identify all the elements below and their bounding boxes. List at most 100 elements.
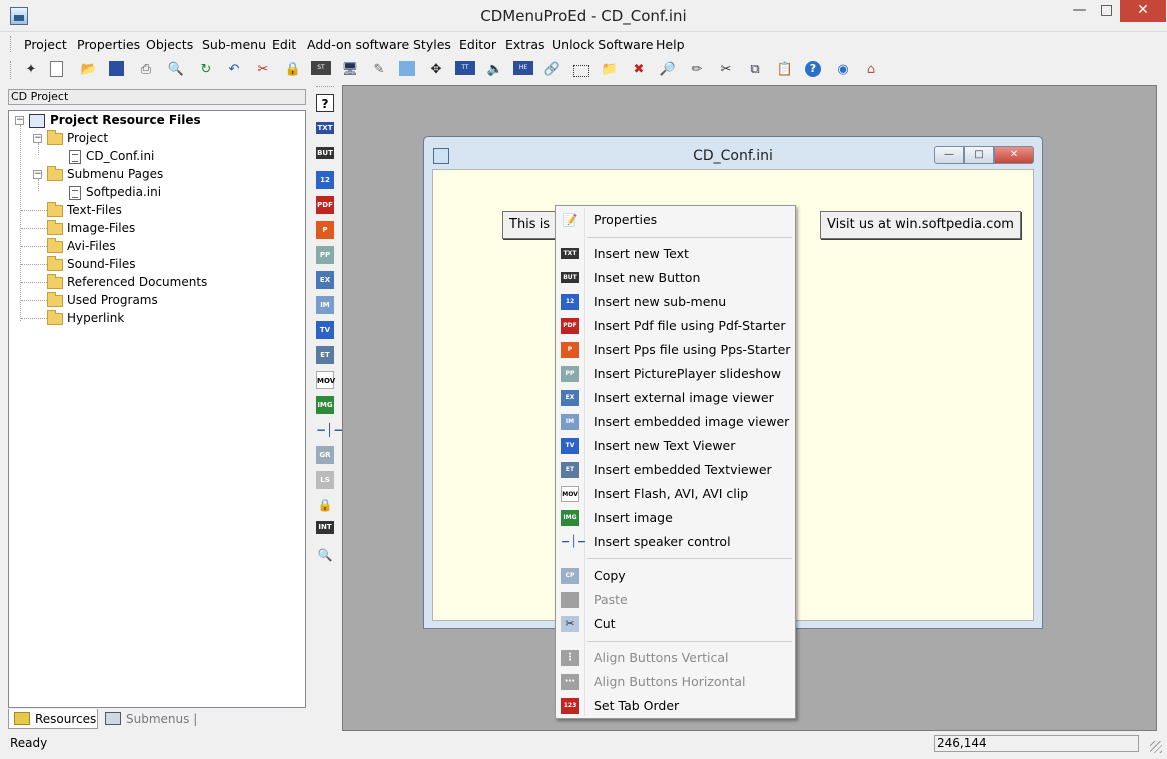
cut-red-icon[interactable]: ✂ <box>254 61 272 79</box>
menu-objects[interactable]: Objects <box>146 37 193 52</box>
move-icon[interactable]: ✥ <box>427 61 445 79</box>
lock-icon[interactable]: 🔒 <box>284 61 302 79</box>
ctx-insert-image[interactable]: IMG Insert image <box>556 507 795 529</box>
menu-extras[interactable]: Extras <box>505 37 545 52</box>
tree-item-avi-files[interactable]: Avi-Files <box>47 237 116 255</box>
menu-editor[interactable]: Editor <box>459 37 496 52</box>
ctx-insert-submenu[interactable]: 12 Insert new sub-menu <box>556 291 795 313</box>
image-icon[interactable]: IMG <box>316 396 334 414</box>
ctx-insert-embedded-textviewer[interactable]: ET Insert embedded Textviewer <box>556 459 795 481</box>
design-maximize-button[interactable]: □ <box>964 146 994 164</box>
tree-item-used-programs[interactable]: Used Programs <box>47 291 158 309</box>
pictureplayer-icon[interactable]: PP <box>316 246 334 264</box>
web-icon[interactable]: ◉ <box>834 61 852 79</box>
close-button[interactable]: ✕ <box>1120 0 1166 22</box>
tree-item-referenced-documents[interactable]: Referenced Documents <box>47 273 207 291</box>
help-icon[interactable]: ? <box>805 61 821 77</box>
tree-item-hyperlink[interactable]: Hyperlink <box>47 309 124 327</box>
tree-item-softpedia-ini[interactable]: Softpedia.ini <box>69 183 161 201</box>
tab-resources[interactable]: Resources <box>8 709 98 729</box>
menu-styles[interactable]: Styles <box>413 37 451 52</box>
help-context-icon[interactable]: ? <box>316 94 334 112</box>
speaker-control-icon[interactable]: −│− <box>316 421 343 439</box>
embedded-textviewer-icon[interactable]: ET <box>316 346 334 364</box>
menu-edit[interactable]: Edit <box>272 37 296 52</box>
undo-icon[interactable]: ↶ <box>225 61 243 79</box>
ctx-cut[interactable]: ✂ Cut <box>556 613 795 635</box>
menu-sub-menu[interactable]: Sub-menu <box>202 37 266 52</box>
menu-help[interactable]: Help <box>656 37 685 52</box>
paste-icon[interactable]: 📋 <box>776 61 794 79</box>
print-preview-icon[interactable]: 🔍 <box>167 61 185 79</box>
resize-grip-icon[interactable] <box>1150 741 1162 753</box>
submenu-icon[interactable]: 12 <box>316 171 334 189</box>
home-icon[interactable]: ⌂ <box>862 61 880 79</box>
ctx-paste[interactable]: Paste <box>556 589 795 611</box>
save-icon[interactable] <box>109 61 124 76</box>
button-icon[interactable]: BUT <box>316 147 334 159</box>
folder-star-icon[interactable]: 📁 <box>601 61 619 79</box>
collapse-icon[interactable]: − <box>33 170 42 179</box>
ctx-insert-pdf[interactable]: PDF Insert Pdf file using Pdf-Starter <box>556 315 795 337</box>
collapse-icon[interactable]: − <box>33 134 42 143</box>
toolbar-grip[interactable] <box>10 61 13 79</box>
text-icon[interactable]: TXT <box>316 122 334 134</box>
ctx-align-horizontal[interactable]: ⋯ Align Buttons Horizontal <box>556 671 795 693</box>
monitor-icon[interactable]: 🖥 <box>341 61 359 79</box>
menu-project[interactable]: Project <box>24 37 67 52</box>
tree-item-text-files[interactable]: Text-Files <box>47 201 122 219</box>
external-image-icon[interactable]: EX <box>316 271 334 289</box>
embedded-image-icon[interactable]: IM <box>316 296 334 314</box>
menu-unlock-software[interactable]: Unlock Software <box>552 37 653 52</box>
tree-item-submenu-pages[interactable]: − Submenu Pages <box>33 165 163 183</box>
new-file-icon[interactable] <box>50 61 63 77</box>
grid-icon[interactable]: GR <box>316 446 334 464</box>
hello-icon[interactable]: HE <box>513 61 533 75</box>
search-image-icon[interactable]: 🔎 <box>659 61 677 79</box>
menu-add-on-software[interactable]: Add-on software <box>307 37 409 52</box>
open-folder-icon[interactable]: 📂 <box>80 61 98 79</box>
ctx-insert-pps[interactable]: P Insert Pps file using Pps-Starter <box>556 339 795 361</box>
tree-item-project[interactable]: − Project <box>33 129 108 147</box>
maximize-button[interactable]: □ <box>1093 0 1120 22</box>
ctx-copy[interactable]: CP Copy <box>556 565 795 587</box>
ctx-insert-button[interactable]: BUT Inset new Button <box>556 267 795 289</box>
copy-icon[interactable]: ⧉ <box>746 61 764 79</box>
tree-item-image-files[interactable]: Image-Files <box>47 219 135 237</box>
tab-submenus[interactable]: Submenus | <box>100 709 200 729</box>
ctx-align-vertical[interactable]: ⋮ Align Buttons Vertical <box>556 647 795 669</box>
menu-properties[interactable]: Properties <box>77 37 140 52</box>
speaker-icon[interactable]: 🔈 <box>486 61 504 79</box>
list-icon[interactable]: LS <box>316 471 334 489</box>
tree-item-cd-conf[interactable]: CD_Conf.ini <box>69 147 154 165</box>
collapse-icon[interactable]: − <box>15 116 24 125</box>
text-viewer-icon[interactable]: TV <box>316 321 334 339</box>
design-close-button[interactable]: ✕ <box>994 146 1034 164</box>
ctx-insert-flash[interactable]: MOV Insert Flash, AVI, AVI clip <box>556 483 795 505</box>
project-tree[interactable]: − Project Resource Files − Project CD_Conf… <box>8 110 306 708</box>
brush-icon[interactable]: ✏ <box>688 61 706 79</box>
scissors-icon[interactable]: ✂ <box>717 61 735 79</box>
search-doc-icon[interactable]: 🔍 <box>316 546 334 564</box>
movie-icon[interactable]: MOV <box>316 371 335 389</box>
picture-icon[interactable] <box>399 61 415 76</box>
design-minimize-button[interactable]: — <box>934 146 964 164</box>
tree-item-sound-files[interactable]: Sound-Files <box>47 255 135 273</box>
ctx-insert-pictureplayer[interactable]: PP Insert PicturePlayer slideshow <box>556 363 795 385</box>
start-icon[interactable]: ST <box>311 61 331 75</box>
pdf-icon[interactable]: PDF <box>316 196 334 214</box>
ctx-insert-speaker[interactable]: −│− Insert speaker control <box>556 531 795 553</box>
link-icon[interactable]: 🔗 <box>543 61 561 79</box>
intro-icon[interactable]: INT <box>316 521 334 534</box>
lock-object-icon[interactable]: 🔒 <box>316 496 334 514</box>
image-x-icon[interactable]: ✖ <box>630 61 648 79</box>
print-icon[interactable]: ⎙ <box>137 61 155 79</box>
ctx-properties[interactable]: 📝 Properties <box>556 209 795 231</box>
ctx-insert-text[interactable]: TXT Insert new Text <box>556 243 795 265</box>
tree-root[interactable]: − Project Resource Files <box>15 111 201 129</box>
new-wand-icon[interactable]: ✦ <box>22 61 40 79</box>
canvas-button-visit[interactable]: Visit us at win.softpedia.com <box>820 211 1021 239</box>
pps-icon[interactable]: P <box>316 221 334 239</box>
ctx-insert-text-viewer[interactable]: TV Insert new Text Viewer <box>556 435 795 457</box>
minimize-button[interactable]: — <box>1066 0 1093 22</box>
